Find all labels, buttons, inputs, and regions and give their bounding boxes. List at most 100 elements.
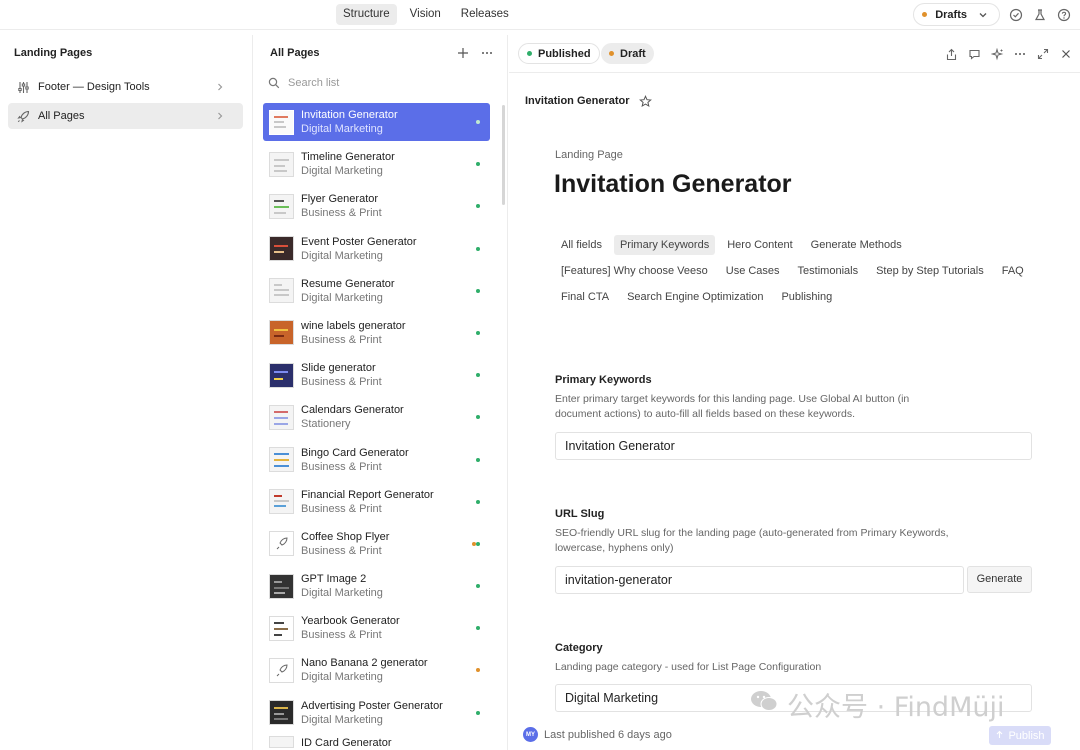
chevron-right-icon xyxy=(212,79,228,95)
list-item[interactable]: Calendars Generator Stationery xyxy=(263,398,490,436)
item-name: Coffee Shop Flyer xyxy=(301,530,390,543)
tab-hero-content[interactable]: Hero Content xyxy=(721,235,798,255)
url-slug-label: URL Slug xyxy=(555,508,605,520)
list-item[interactable]: GPT Image 2 Digital Marketing xyxy=(263,567,490,605)
detail-header: Published Draft xyxy=(509,35,1080,73)
status-dot xyxy=(476,120,480,124)
share-icon[interactable] xyxy=(943,46,959,62)
item-name: Nano Banana 2 generator xyxy=(301,657,428,670)
document-type: Landing Page xyxy=(555,149,623,161)
tab-vision[interactable]: Vision xyxy=(403,4,448,25)
tab-testimonials[interactable]: Testimonials xyxy=(792,261,865,281)
detail-panel: Published Draft Invitation Generator Lan… xyxy=(509,35,1080,750)
item-name: Advertising Poster Generator xyxy=(301,699,443,712)
tab-faq[interactable]: FAQ xyxy=(996,261,1030,281)
chevron-down-icon xyxy=(975,7,991,23)
tab-step-by-step-tutorials[interactable]: Step by Step Tutorials xyxy=(870,261,990,281)
list-item[interactable]: Invitation Generator Digital Marketing xyxy=(263,103,490,141)
sidebar-title: Landing Pages xyxy=(14,47,93,59)
list-item[interactable]: Advertising Poster Generator Digital Mark… xyxy=(263,694,490,732)
page-thumbnail xyxy=(269,531,294,557)
list-item[interactable]: ID Card Generator xyxy=(263,735,490,750)
published-dot xyxy=(527,51,532,56)
list-item[interactable]: Nano Banana 2 generator Digital Marketing xyxy=(263,651,490,689)
drafts-label: Drafts xyxy=(935,8,967,21)
tab-seo[interactable]: Search Engine Optimization xyxy=(621,287,769,307)
list-item[interactable]: Financial Report Generator Business & Pri… xyxy=(263,483,490,521)
more-icon[interactable] xyxy=(479,45,495,61)
page-thumbnail xyxy=(269,278,294,304)
item-category: Digital Marketing xyxy=(301,165,383,178)
draft-badge[interactable]: Draft xyxy=(601,43,654,64)
watermark-text: 公众号 · FindMüji xyxy=(787,692,1005,723)
draft-dot xyxy=(609,51,614,56)
item-category: Digital Marketing xyxy=(301,123,383,135)
item-category: Digital Marketing xyxy=(301,291,383,304)
close-icon[interactable] xyxy=(1058,46,1074,62)
list-item[interactable]: Slide generator Business & Print xyxy=(263,356,490,394)
generate-slug-button[interactable]: Generate xyxy=(967,566,1032,593)
ai-sparkle-icon[interactable] xyxy=(989,46,1005,62)
document-title-bar: Invitation Generator xyxy=(525,93,654,109)
header-actions xyxy=(943,46,1074,62)
page-thumbnail xyxy=(269,151,294,177)
list-item[interactable]: Yearbook Generator Business & Print xyxy=(263,609,490,647)
item-category: Business & Print xyxy=(301,376,382,389)
search-input[interactable]: Search list xyxy=(266,75,339,91)
status-dot xyxy=(476,330,480,335)
sidebar-item-all-pages[interactable]: All Pages xyxy=(8,103,243,129)
comment-icon[interactable] xyxy=(966,46,982,62)
list-item[interactable]: Flyer Generator Business & Print xyxy=(263,187,490,225)
tab-primary-keywords[interactable]: Primary Keywords xyxy=(613,235,716,255)
list-item[interactable]: Resume Generator Digital Marketing xyxy=(263,272,490,310)
tab-publishing[interactable]: Publishing xyxy=(775,287,838,307)
page-thumbnail xyxy=(269,109,294,135)
status-dot xyxy=(476,584,480,589)
list-scrollbar[interactable] xyxy=(502,105,505,205)
sidebar-item-label: Footer — Design Tools xyxy=(38,81,150,93)
draft-status-dot xyxy=(922,12,928,17)
help-icon[interactable] xyxy=(1056,7,1072,23)
page-thumbnail xyxy=(269,573,294,599)
plus-icon[interactable] xyxy=(455,45,471,61)
list-item[interactable]: Bingo Card Generator Business & Print xyxy=(263,441,490,479)
star-icon[interactable] xyxy=(638,93,654,109)
list-item[interactable]: Event Poster Generator Digital Marketing xyxy=(263,230,490,268)
tab-features[interactable]: [Features] Why choose Veeso xyxy=(555,261,714,281)
sidebar-item-footer-design-tools[interactable]: Footer — Design Tools xyxy=(8,74,243,100)
item-name: Flyer Generator xyxy=(301,193,379,206)
list-title: All Pages xyxy=(270,47,320,59)
tab-releases[interactable]: Releases xyxy=(454,4,516,25)
drafts-dropdown[interactable]: Drafts xyxy=(913,3,1000,26)
tab-use-cases[interactable]: Use Cases xyxy=(720,261,786,281)
item-category: Business & Print xyxy=(301,629,382,642)
item-category: Digital Marketing xyxy=(301,671,383,684)
item-name: GPT Image 2 xyxy=(301,573,367,586)
tab-all-fields[interactable]: All fields xyxy=(555,235,608,255)
last-published-text: Last published 6 days ago xyxy=(544,728,672,741)
tab-structure[interactable]: Structure xyxy=(336,4,397,25)
flask-icon[interactable] xyxy=(1032,7,1048,23)
url-slug-input[interactable]: invitation-generator xyxy=(555,566,964,594)
tab-final-cta[interactable]: Final CTA xyxy=(555,287,615,307)
page-thumbnail xyxy=(269,700,294,726)
status-dot xyxy=(476,204,480,209)
list-item[interactable]: Timeline Generator Digital Marketing xyxy=(263,145,490,183)
document-name: Invitation Generator xyxy=(525,95,630,107)
list-item[interactable]: Coffee Shop Flyer Business & Print xyxy=(263,525,490,563)
publish-button[interactable]: Publish xyxy=(989,726,1051,745)
expand-icon[interactable] xyxy=(1035,46,1051,62)
check-circle-icon[interactable] xyxy=(1008,7,1024,23)
item-name: Timeline Generator xyxy=(301,151,395,164)
list-item[interactable]: wine labels generator Business & Print xyxy=(263,314,490,352)
sliders-icon xyxy=(15,79,31,95)
status-dot xyxy=(476,288,480,293)
wechat-icon xyxy=(749,688,779,721)
primary-keywords-input[interactable]: Invitation Generator xyxy=(555,432,1032,460)
tab-generate-methods[interactable]: Generate Methods xyxy=(805,235,908,255)
watermark: 公众号 · FindMüji xyxy=(749,685,1004,724)
published-label: Published xyxy=(538,47,591,60)
published-badge[interactable]: Published xyxy=(518,43,600,64)
search-icon xyxy=(266,75,282,91)
more-icon[interactable] xyxy=(1012,46,1028,62)
